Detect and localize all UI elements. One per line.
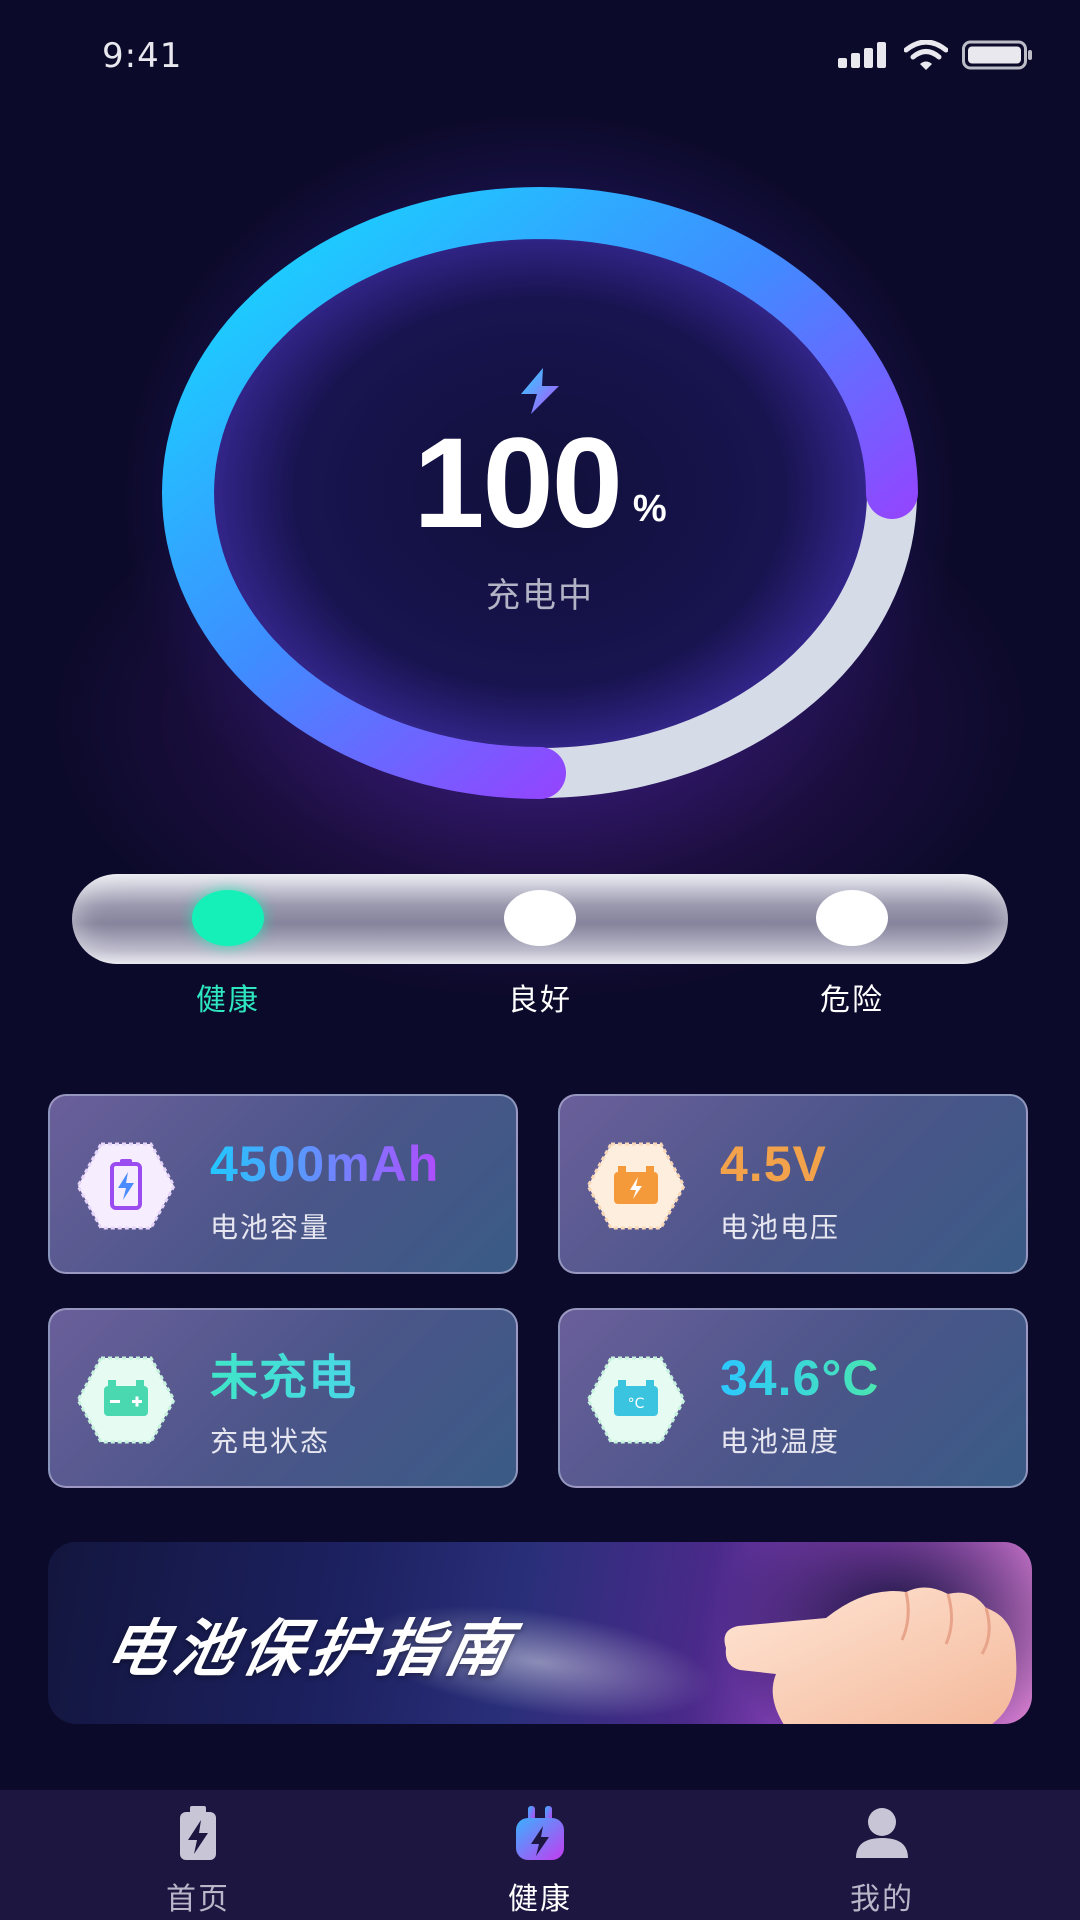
- percent-value: 100: [413, 412, 623, 555]
- battery-plus-minus-icon: [76, 1356, 176, 1444]
- health-label-danger: 危险: [820, 983, 884, 1018]
- percent-unit: %: [632, 488, 667, 530]
- bottom-tab-bar: 首页 健康 我的: [0, 1790, 1080, 1920]
- health-label-healthy: 健康: [196, 983, 260, 1018]
- charge-status-value: 未充电: [210, 1350, 358, 1406]
- battery-status-icon: [962, 40, 1032, 70]
- tab-home-label: 首页: [166, 1882, 230, 1917]
- bolt-icon: [521, 368, 559, 414]
- voltage-value: 4.5V: [720, 1136, 827, 1192]
- status-icons: [838, 40, 1034, 70]
- battery-percent: 100 %: [0, 412, 1080, 555]
- health-dot-healthy: [192, 890, 264, 946]
- capacity-card[interactable]: 4500mAh 电池容量: [48, 1094, 518, 1274]
- wifi-icon: [904, 40, 948, 70]
- banner-title: 电池保护指南: [99, 1612, 523, 1685]
- user-tab-icon: [856, 1808, 908, 1858]
- signal-icon: [838, 42, 886, 68]
- voltage-card[interactable]: 4.5V 电池电压: [558, 1094, 1028, 1274]
- health-label-good: 良好: [508, 983, 572, 1018]
- car-battery-icon: [586, 1142, 686, 1230]
- tab-home[interactable]: 首页: [78, 1790, 318, 1920]
- battery-bolt-tab-icon: [180, 1806, 216, 1860]
- health-dot-danger: [816, 890, 888, 946]
- tab-profile-label: 我的: [850, 1882, 914, 1917]
- health-level-indicator: [72, 874, 1008, 964]
- charge-status-label: 充电状态: [210, 1425, 331, 1458]
- temperature-label: 电池温度: [720, 1425, 841, 1458]
- charger-plug-tab-icon: [516, 1806, 564, 1860]
- capacity-label: 电池容量: [210, 1211, 331, 1244]
- battery-guide-banner[interactable]: 电池保护指南: [48, 1542, 1032, 1724]
- temperature-value: 34.6°C: [720, 1350, 880, 1406]
- health-dot-good: [504, 890, 576, 946]
- voltage-label: 电池电压: [720, 1211, 841, 1244]
- charge-status-card[interactable]: 未充电 充电状态: [48, 1308, 518, 1488]
- temperature-card[interactable]: °C 34.6°C 电池温度: [558, 1308, 1028, 1488]
- capacity-value: 4500mAh: [210, 1136, 440, 1192]
- tab-health[interactable]: 健康: [420, 1790, 660, 1920]
- status-time: 9:41: [102, 36, 183, 76]
- pointing-hand-icon: [724, 1587, 1017, 1724]
- battery-temperature-icon: °C: [586, 1356, 686, 1444]
- health-labels: 健康 良好 危险: [0, 975, 1080, 1025]
- charging-state: 充电中: [486, 576, 594, 616]
- svg-text:°C: °C: [628, 1396, 645, 1412]
- tab-health-label: 健康: [508, 1882, 572, 1917]
- battery-health-screen: 9:41 100 % 充电中 健康 良好 危险 4500mAh 电池容量 4.5…: [0, 0, 1080, 1920]
- tab-profile[interactable]: 我的: [762, 1790, 1002, 1920]
- battery-bolt-icon: [76, 1142, 176, 1230]
